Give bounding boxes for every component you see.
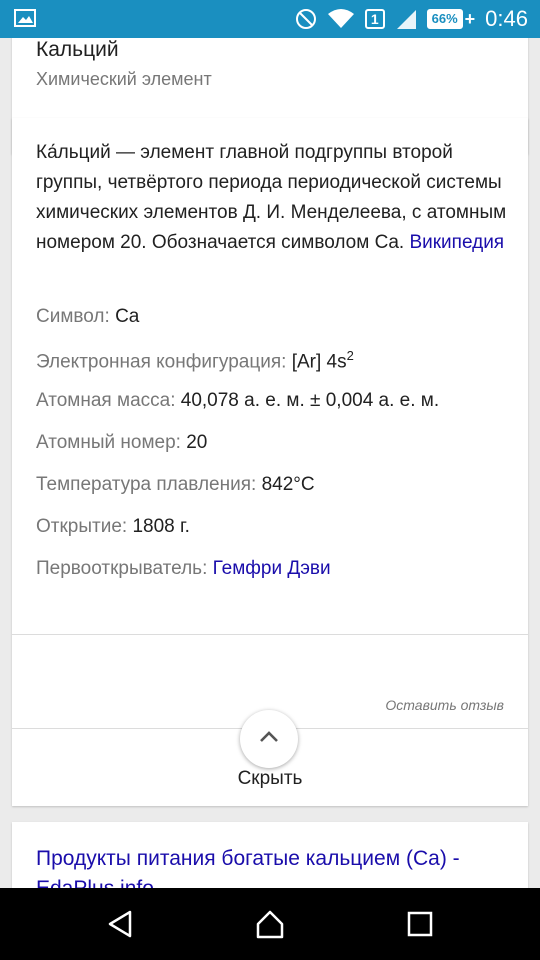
fact-discovery: Открытие: 1808 г. [36, 516, 516, 558]
search-result-card[interactable]: Продукты питания богатые кальцием (Ca) -… [12, 822, 528, 888]
fact-discoverer: Первооткрыватель: Гемфри Дэви [36, 558, 516, 600]
fact-value: Ca [115, 306, 140, 327]
entity-description: Ка́льций — элемент главной подгруппы вто… [36, 138, 512, 258]
recents-icon [407, 911, 433, 937]
battery-level: 66% [426, 9, 463, 29]
wifi-icon [327, 8, 355, 30]
fact-label: Первооткрыватель: [36, 558, 208, 579]
fact-atomic-number: Атомный номер: 20 [36, 432, 516, 474]
home-button[interactable] [250, 906, 290, 942]
search-results[interactable]: Кальций Химический элемент Ка́льций — эл… [0, 38, 540, 888]
fact-label: Атомная масса: [36, 390, 176, 411]
knowledge-card: Ка́льций — элемент главной подгруппы вто… [12, 118, 528, 806]
entity-subtitle: Химический элемент [36, 69, 212, 89]
fact-value: 20 [186, 432, 208, 453]
collapse-label[interactable]: Скрыть [12, 768, 528, 790]
fact-value: 842°C [261, 474, 315, 495]
sim-icon: 1 [364, 9, 385, 29]
chevron-up-icon [258, 730, 280, 749]
fact-label: Температура плавления: [36, 474, 257, 495]
signal-icon [395, 8, 417, 30]
fact-value: 1808 г. [132, 516, 190, 537]
fact-electron-config: Электронная конфигурация: [Ar] 4s2 [36, 348, 516, 390]
clock: 0:46 [485, 6, 528, 31]
battery-charging-icon: 66% + [426, 9, 475, 30]
fact-superscript: 2 [346, 348, 354, 363]
fact-atomic-mass: Атомная масса: 40,078 а. е. м. ± 0,004 а… [36, 390, 516, 432]
do-not-disturb-icon [295, 8, 317, 30]
fact-value: 40,078 а. е. м. ± 0,004 а. е. м. [180, 390, 440, 411]
fact-symbol: Символ: Ca [36, 306, 516, 348]
facts-list: Символ: Ca Электронная конфигурация: [Ar… [36, 306, 516, 600]
back-button[interactable] [100, 906, 140, 942]
entity-title: Кальций [36, 38, 119, 61]
fact-label: Атомный номер: [36, 432, 181, 453]
discoverer-link[interactable]: Гемфри Дэви [213, 558, 331, 579]
fact-label: Электронная конфигурация: [36, 351, 287, 373]
image-icon [14, 9, 36, 27]
divider [12, 634, 528, 635]
wikipedia-link[interactable]: Википедия [409, 232, 504, 253]
home-icon [256, 910, 284, 939]
fact-label: Символ: [36, 306, 110, 327]
navigation-bar [0, 888, 540, 960]
status-bar: 1 66% + 0:46 [0, 0, 540, 38]
fact-label: Открытие: [36, 516, 128, 537]
collapse-button[interactable] [240, 710, 298, 768]
result-title-link[interactable]: Продукты питания богатые кальцием (Ca) -… [36, 844, 506, 888]
recents-button[interactable] [400, 906, 440, 942]
back-icon [108, 910, 132, 938]
feedback-link[interactable]: Оставить отзыв [385, 697, 504, 713]
fact-value: [Ar] 4s [291, 351, 347, 373]
fact-melting-point: Температура плавления: 842°C [36, 474, 516, 516]
